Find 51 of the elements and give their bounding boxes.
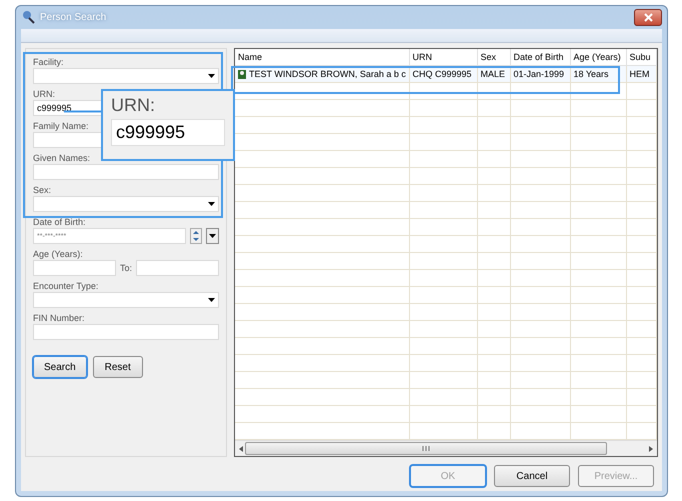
column-header[interactable]: URN: [409, 49, 477, 66]
table-cell: TEST WINDSOR BROWN, Sarah a b c: [235, 66, 409, 82]
field-label: Date of Birth:: [33, 217, 86, 228]
text-field[interactable]: [33, 324, 219, 340]
table-cell: 01-Jan-1999: [510, 66, 570, 82]
column-header[interactable]: Name: [235, 49, 409, 66]
person-search-icon: [21, 10, 35, 24]
reset-button[interactable]: Reset: [92, 356, 143, 378]
callout-label: URN:: [111, 95, 155, 116]
dropdown-arrow-icon[interactable]: [209, 234, 216, 238]
column-header[interactable]: Age (Years): [570, 49, 626, 66]
column-header[interactable]: Sex: [477, 49, 510, 66]
dropdown-field[interactable]: [33, 68, 219, 84]
table-cell: CHQ C999995: [409, 66, 477, 82]
age-from-field[interactable]: [33, 260, 116, 276]
field-label: Family Name:: [33, 121, 89, 132]
close-button[interactable]: [634, 8, 662, 26]
field-label: Encounter Type:: [33, 281, 98, 292]
field-label: FIN Number:: [33, 313, 85, 324]
to-label: To:: [120, 262, 132, 274]
calendar-dropdown-button[interactable]: [206, 228, 219, 244]
window-title: Person Search: [40, 12, 108, 23]
up-arrow-icon[interactable]: [193, 231, 199, 234]
right-arrow-icon[interactable]: [649, 446, 653, 452]
left-arrow-icon[interactable]: [239, 446, 243, 452]
column-header[interactable]: Date of Birth: [510, 49, 570, 66]
field-label: Age (Years):: [33, 249, 83, 260]
scrollbar-thumb[interactable]: [245, 442, 607, 455]
table-cell: 18 Years: [570, 66, 626, 82]
close-icon: [644, 12, 652, 22]
person-icon: [238, 70, 246, 80]
grip-icon: [422, 446, 430, 451]
dropdown-field[interactable]: [33, 196, 219, 212]
horizontal-scrollbar[interactable]: [235, 440, 657, 456]
dropdown-arrow-icon[interactable]: [208, 74, 215, 78]
dropdown-arrow-icon[interactable]: [208, 202, 215, 206]
search-button[interactable]: Search: [33, 356, 87, 378]
text-field[interactable]: [33, 164, 219, 180]
spin-button[interactable]: [190, 228, 202, 244]
age-to-field[interactable]: [136, 260, 220, 276]
table-cell: MALE: [477, 66, 510, 82]
field-label: Facility:: [33, 57, 64, 68]
down-arrow-icon[interactable]: [193, 238, 199, 241]
field-label: Given Names:: [33, 153, 90, 164]
field-label: URN:: [33, 89, 55, 100]
cancel-button[interactable]: Cancel: [494, 465, 570, 487]
field-label: Sex:: [33, 185, 52, 196]
dropdown-field[interactable]: [33, 292, 219, 308]
table-cell: HEM: [626, 66, 656, 82]
dropdown-arrow-icon[interactable]: [208, 298, 215, 302]
callout-value: c999995: [111, 119, 225, 146]
